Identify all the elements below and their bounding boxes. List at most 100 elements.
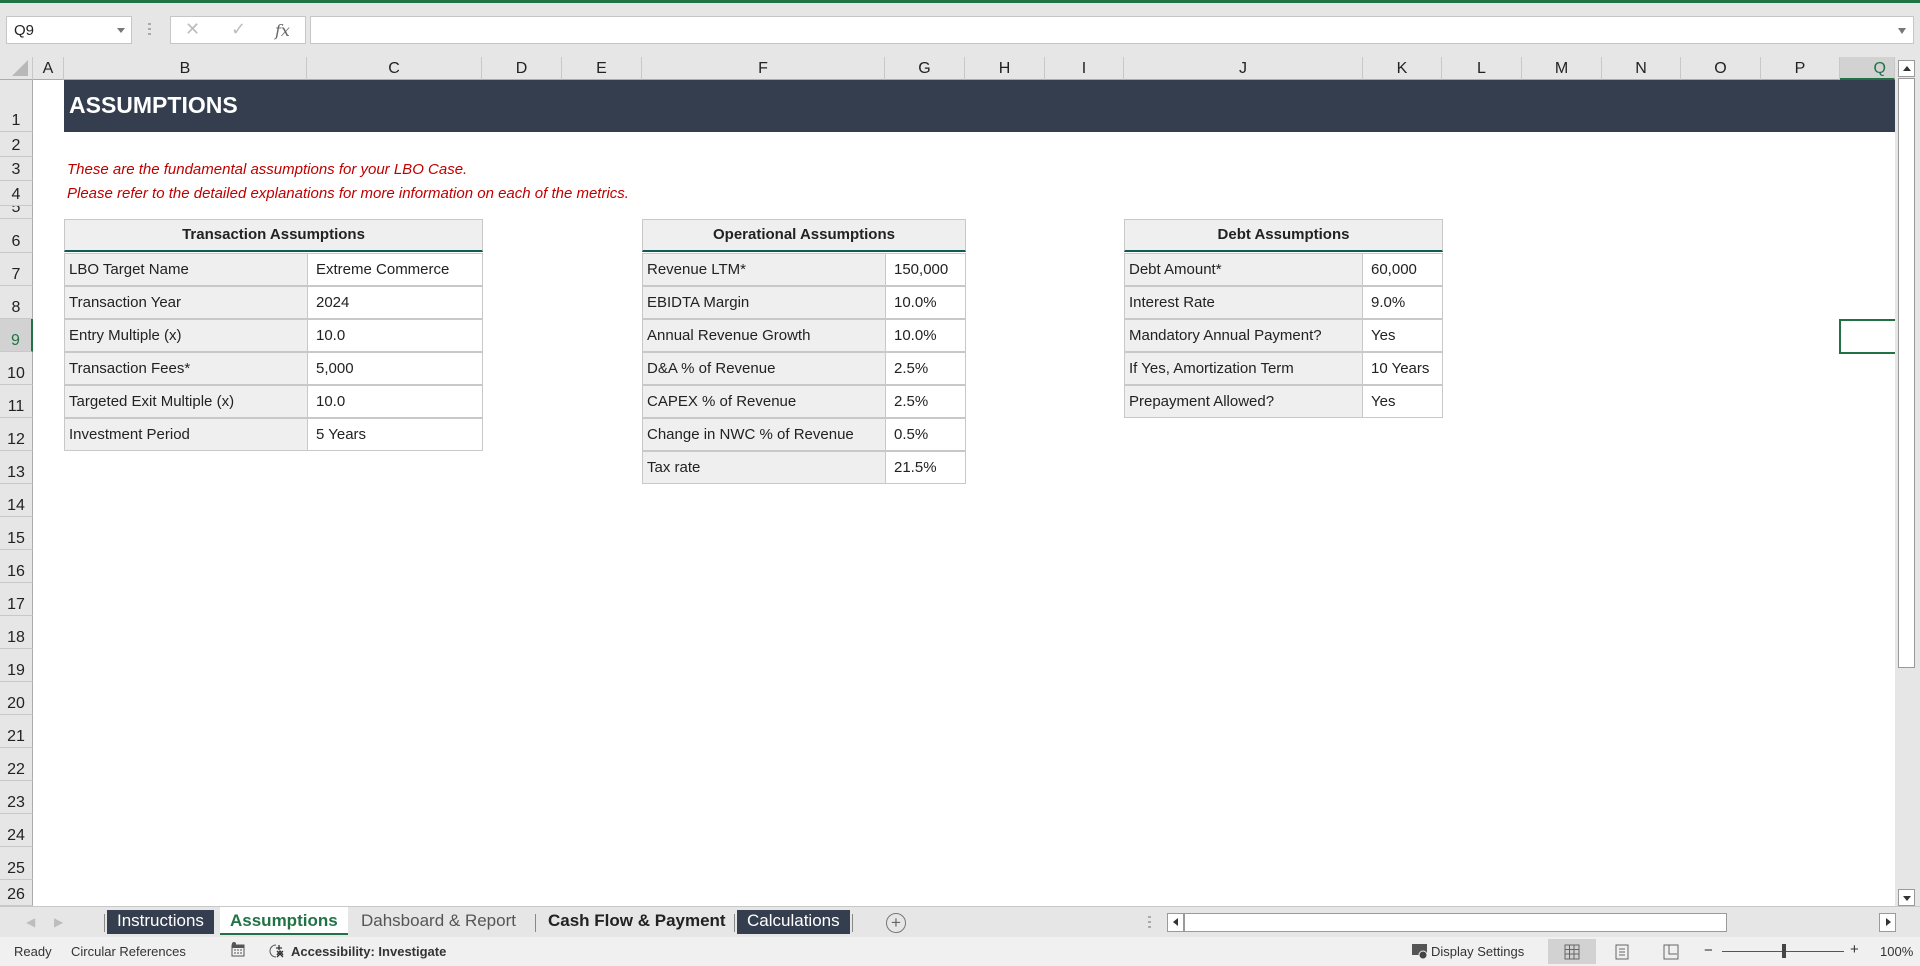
name-box[interactable]: Q9: [6, 16, 132, 44]
row-header-10[interactable]: 10: [0, 352, 33, 385]
transaction-row-label[interactable]: Targeted Exit Multiple (x): [64, 385, 308, 418]
debt-row-label[interactable]: Prepayment Allowed?: [1124, 385, 1363, 418]
tab-dashboard-report[interactable]: Dahsboard & Report: [351, 910, 526, 934]
operational-row-value[interactable]: 2.5%: [885, 385, 966, 418]
row-header-8[interactable]: 8: [0, 286, 33, 319]
zoom-slider-thumb[interactable]: [1782, 944, 1786, 958]
row-header-2[interactable]: 2: [0, 132, 33, 157]
macro-record-icon[interactable]: [230, 942, 246, 961]
expand-formula-bar-icon[interactable]: [1898, 28, 1906, 34]
row-header-26[interactable]: 26: [0, 880, 33, 906]
column-header-f[interactable]: F: [642, 57, 885, 80]
row-header-23[interactable]: 23: [0, 781, 33, 814]
row-header-16[interactable]: 16: [0, 550, 33, 583]
row-header-24[interactable]: 24: [0, 814, 33, 847]
row-header-20[interactable]: 20: [0, 682, 33, 715]
column-header-d[interactable]: D: [482, 57, 562, 80]
row-header-18[interactable]: 18: [0, 616, 33, 649]
operational-row-value[interactable]: 0.5%: [885, 418, 966, 451]
debt-row-label[interactable]: Interest Rate: [1124, 286, 1363, 319]
debt-row-label[interactable]: Debt Amount*: [1124, 253, 1363, 286]
row-header-22[interactable]: 22: [0, 748, 33, 781]
column-header-q[interactable]: Q: [1840, 57, 1895, 80]
operational-row-value[interactable]: 150,000: [885, 253, 966, 286]
accessibility-icon[interactable]: [268, 942, 286, 963]
page-break-view-button[interactable]: [1647, 939, 1695, 964]
operational-row-label[interactable]: Change in NWC % of Revenue: [642, 418, 886, 451]
insert-function-icon[interactable]: fx: [275, 21, 290, 40]
column-header-j[interactable]: J: [1124, 57, 1363, 80]
debt-row-value[interactable]: 60,000: [1362, 253, 1443, 286]
display-settings-icon[interactable]: [1411, 942, 1429, 963]
column-header-n[interactable]: N: [1602, 57, 1681, 80]
enter-icon[interactable]: ✓: [231, 19, 246, 40]
tab-cash-flow-payment[interactable]: Cash Flow & Payment: [538, 910, 736, 934]
row-header-6[interactable]: 6: [0, 219, 33, 253]
debt-row-label[interactable]: Mandatory Annual Payment?: [1124, 319, 1363, 352]
debt-row-value[interactable]: 10 Years: [1362, 352, 1443, 385]
row-header-5[interactable]: 5: [0, 206, 33, 219]
scroll-left-button[interactable]: [1167, 913, 1184, 932]
next-sheet-icon[interactable]: ▶: [54, 915, 63, 929]
row-header-4[interactable]: 4: [0, 181, 33, 206]
zoom-out-button[interactable]: −: [1704, 942, 1713, 959]
debt-row-value[interactable]: Yes: [1362, 385, 1443, 418]
column-header-c[interactable]: C: [307, 57, 482, 80]
zoom-level[interactable]: 100%: [1880, 944, 1913, 959]
row-header-25[interactable]: 25: [0, 847, 33, 880]
row-header-9[interactable]: 9: [0, 319, 33, 352]
operational-row-label[interactable]: CAPEX % of Revenue: [642, 385, 886, 418]
row-header-17[interactable]: 17: [0, 583, 33, 616]
transaction-row-label[interactable]: Investment Period: [64, 418, 308, 451]
column-header-m[interactable]: M: [1522, 57, 1602, 80]
column-header-i[interactable]: I: [1045, 57, 1124, 80]
column-header-o[interactable]: O: [1681, 57, 1761, 80]
column-header-k[interactable]: K: [1363, 57, 1442, 80]
status-circular-references[interactable]: Circular References: [71, 944, 186, 959]
transaction-row-value[interactable]: 5,000: [307, 352, 483, 385]
transaction-row-value[interactable]: 5 Years: [307, 418, 483, 451]
select-all-button[interactable]: [0, 57, 33, 80]
horizontal-scroll-thumb[interactable]: [1184, 913, 1727, 932]
operational-row-label[interactable]: Annual Revenue Growth: [642, 319, 886, 352]
transaction-row-value[interactable]: 10.0: [307, 319, 483, 352]
row-header-15[interactable]: 15: [0, 517, 33, 550]
horizontal-scrollbar[interactable]: [1167, 913, 1896, 932]
operational-row-value[interactable]: 21.5%: [885, 451, 966, 484]
chevron-down-icon[interactable]: [117, 28, 125, 33]
row-header-7[interactable]: 7: [0, 253, 33, 286]
tab-assumptions[interactable]: Assumptions: [220, 907, 348, 935]
row-header-3[interactable]: 3: [0, 157, 33, 181]
row-header-12[interactable]: 12: [0, 418, 33, 451]
normal-view-button[interactable]: [1548, 939, 1596, 964]
operational-row-value[interactable]: 10.0%: [885, 319, 966, 352]
worksheet-grid[interactable]: ASSUMPTIONS These are the fundamental as…: [33, 80, 1895, 906]
column-header-b[interactable]: B: [64, 57, 307, 80]
formula-input[interactable]: [310, 16, 1914, 44]
zoom-in-button[interactable]: +: [1850, 941, 1859, 958]
prev-sheet-icon[interactable]: ◀: [26, 915, 35, 929]
operational-row-value[interactable]: 2.5%: [885, 352, 966, 385]
transaction-row-label[interactable]: Entry Multiple (x): [64, 319, 308, 352]
tab-instructions[interactable]: Instructions: [107, 910, 214, 934]
transaction-row-value[interactable]: 2024: [307, 286, 483, 319]
operational-row-label[interactable]: Tax rate: [642, 451, 886, 484]
transaction-row-label[interactable]: Transaction Fees*: [64, 352, 308, 385]
row-header-13[interactable]: 13: [0, 451, 33, 484]
column-header-a[interactable]: A: [33, 57, 64, 80]
column-header-l[interactable]: L: [1442, 57, 1522, 80]
operational-row-label[interactable]: EBIDTA Margin: [642, 286, 886, 319]
page-layout-view-button[interactable]: [1598, 939, 1646, 964]
row-header-14[interactable]: 14: [0, 484, 33, 517]
debt-row-value[interactable]: 9.0%: [1362, 286, 1443, 319]
add-sheet-button[interactable]: +: [886, 913, 906, 933]
transaction-row-value[interactable]: 10.0: [307, 385, 483, 418]
row-header-21[interactable]: 21: [0, 715, 33, 748]
scroll-right-button[interactable]: [1879, 913, 1896, 932]
row-header-19[interactable]: 19: [0, 649, 33, 682]
column-header-h[interactable]: H: [965, 57, 1045, 80]
scroll-up-button[interactable]: [1898, 60, 1915, 77]
operational-row-label[interactable]: Revenue LTM*: [642, 253, 886, 286]
column-header-g[interactable]: G: [885, 57, 965, 80]
formula-bar-grip-icon[interactable]: [148, 23, 151, 37]
